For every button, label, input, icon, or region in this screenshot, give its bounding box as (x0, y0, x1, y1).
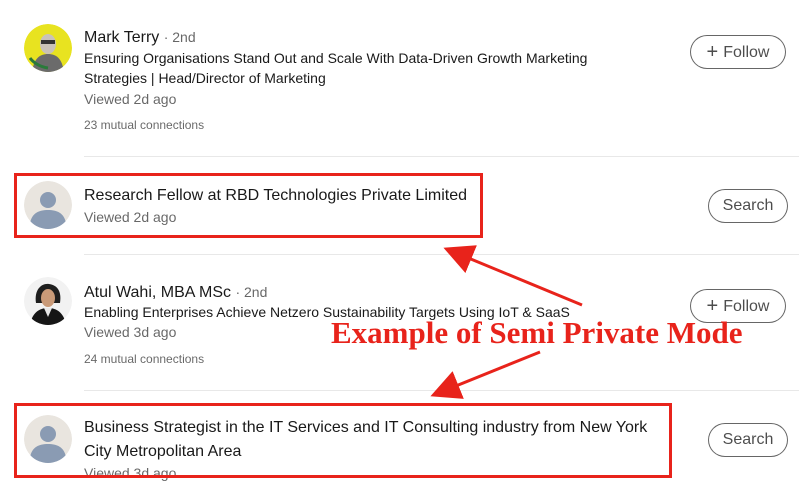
arrow-down (430, 350, 541, 399)
connection-degree: · 2nd (235, 284, 268, 300)
mutual-connections[interactable]: 23 mutual connections (84, 117, 204, 133)
plus-icon: + (706, 41, 719, 63)
search-button[interactable]: Search (708, 189, 788, 223)
profile-name-line[interactable]: Atul Wahi, MBA MSc · 2nd (84, 282, 267, 303)
divider (84, 390, 799, 391)
highlight-box (14, 403, 672, 478)
profile-name-line[interactable]: Mark Terry · 2nd (84, 27, 196, 48)
mutual-connections[interactable]: 24 mutual connections (84, 351, 204, 367)
follow-button-label: Follow (723, 44, 770, 61)
profile-headline: Ensuring Organisations Stand Out and Sca… (84, 50, 588, 86)
follow-button[interactable]: + Follow (690, 35, 786, 69)
divider (84, 156, 799, 157)
highlight-box (14, 173, 483, 238)
arrow-up (443, 245, 583, 307)
connection-degree: · 2nd (163, 29, 196, 45)
avatar[interactable] (24, 277, 72, 325)
viewed-time: Viewed 3d ago (84, 324, 177, 340)
profile-name[interactable]: Mark Terry (84, 29, 159, 46)
avatar[interactable] (24, 24, 72, 72)
annotation-label: Example of Semi Private Mode (331, 315, 743, 350)
profile-name[interactable]: Atul Wahi, MBA MSc (84, 284, 231, 301)
divider (84, 254, 799, 255)
search-button[interactable]: Search (708, 423, 788, 457)
viewed-time: Viewed 2d ago (84, 91, 177, 107)
profile-viewers-list: Mark Terry · 2nd Ensuring Organisations … (0, 0, 799, 501)
